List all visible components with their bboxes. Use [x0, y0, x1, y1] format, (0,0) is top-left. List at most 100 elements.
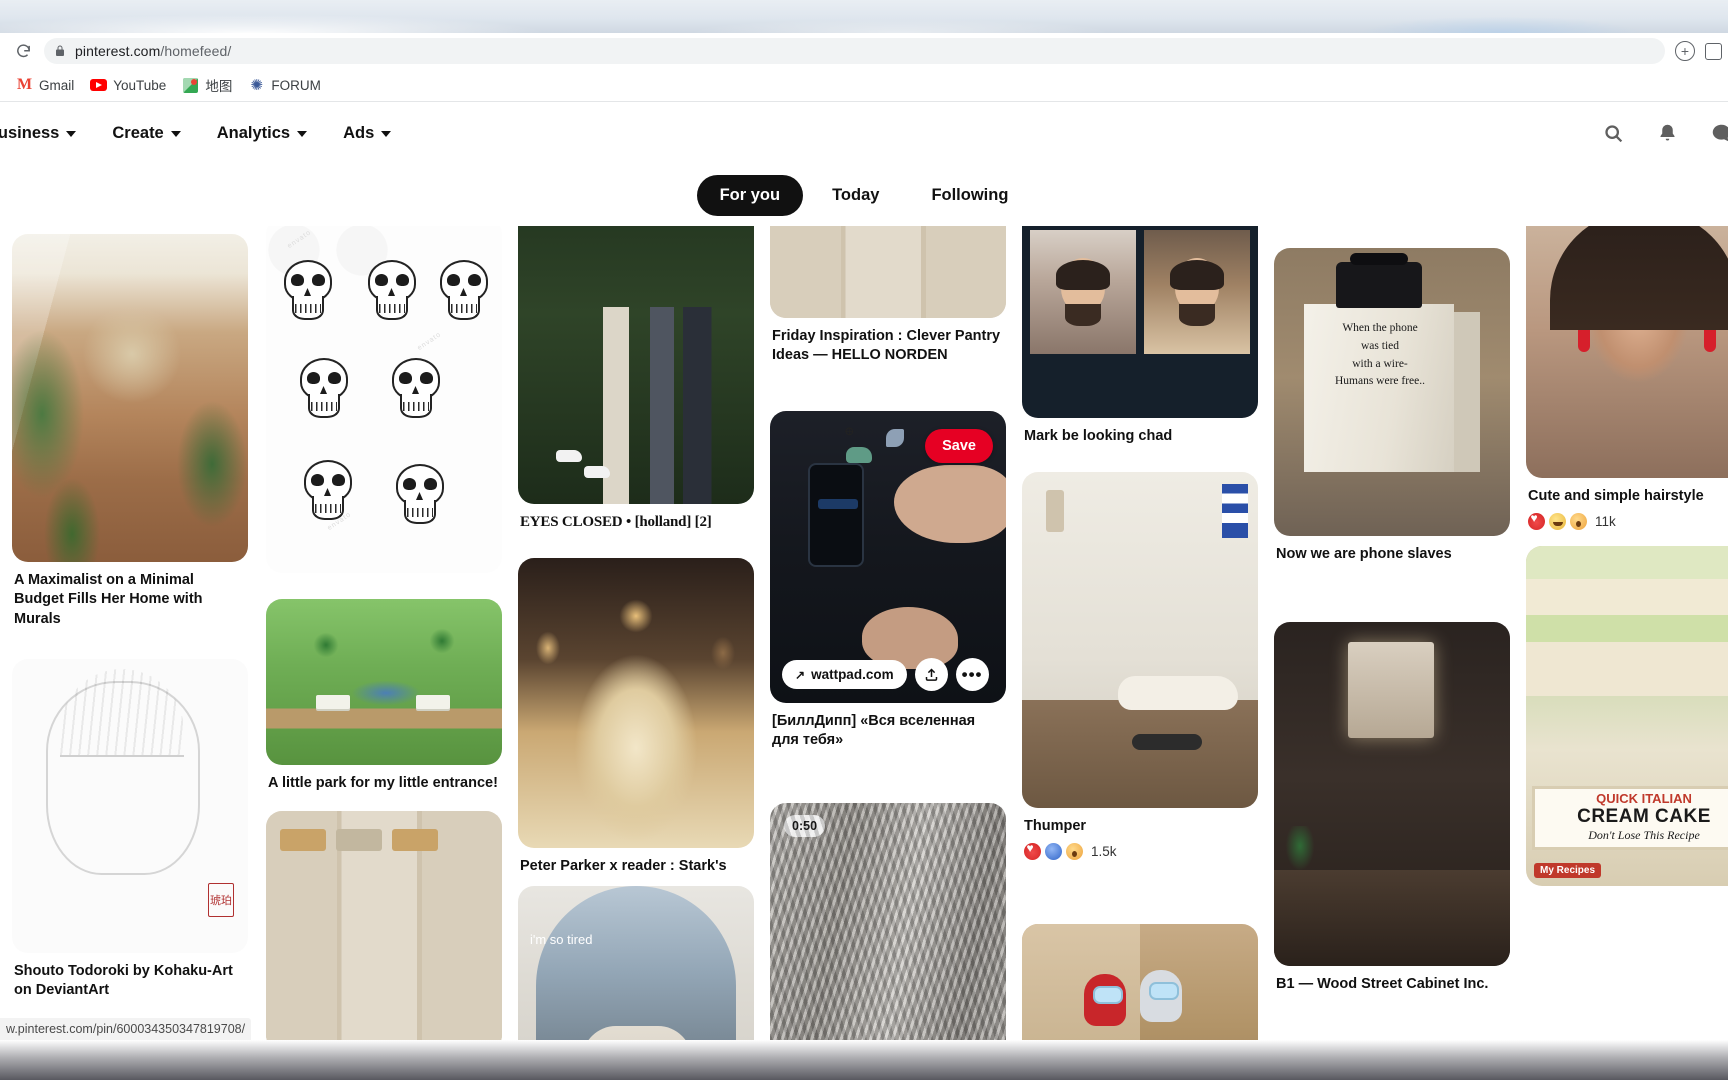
pin-image-sunroom[interactable] [12, 234, 248, 562]
extensions-icon[interactable] [1705, 42, 1722, 60]
chevron-down-icon [381, 131, 392, 137]
pin-image-park[interactable] [266, 599, 502, 765]
nav-actions [1598, 102, 1728, 164]
external-link-icon: ↗ [795, 667, 806, 682]
pinterest-app: Business Create Analytics Ads [0, 102, 1728, 1040]
browser-omnibar: pinterest.com/homefeed/ + [0, 33, 1728, 69]
bookmark-gmail[interactable]: M Gmail [8, 74, 82, 97]
source-link-pill[interactable]: ↗ wattpad.com [782, 660, 907, 689]
cake-line-3: Don't Lose This Recipe [1588, 828, 1700, 842]
sign-line: When the phone [1342, 322, 1418, 334]
notifications-bell-icon[interactable] [1652, 118, 1682, 148]
pin-card-thumper[interactable]: Thumper 1.5k [1022, 472, 1258, 861]
share-icon[interactable] [914, 658, 948, 691]
pin-image-wattpad[interactable]: Save ↗ wattpad.com ••• [770, 411, 1006, 703]
pin-image-braid[interactable]: 0:50 [770, 803, 1006, 1040]
pin-image-hairstyle[interactable] [1526, 226, 1728, 478]
pin-card-mark[interactable]: he's transforming Mark be looking chad [1022, 226, 1258, 446]
url-bar[interactable]: pinterest.com/homefeed/ [44, 38, 1665, 64]
pin-card-skulls[interactable]: envato envato envato [266, 226, 502, 573]
pin-card-braid[interactable]: 0:50 [770, 803, 1006, 1040]
tab-for-you[interactable]: For you [696, 174, 804, 216]
pin-card-park[interactable]: A little park for my little entrance! [266, 599, 502, 793]
pin-card-todoroki[interactable]: 琥珀 Shouto Todoroki by Kohaku-Art on Devi… [12, 659, 248, 1001]
nav-item-analytics[interactable]: Analytics [199, 116, 325, 151]
bookmark-label: 地图 [205, 79, 233, 94]
pin-image-thumper[interactable] [1022, 472, 1258, 808]
illustration-rotary-phone [1336, 253, 1422, 308]
url-path: /homefeed/ [160, 43, 232, 59]
pin-card-peter-parker[interactable]: Peter Parker x reader : Stark's [518, 558, 754, 876]
reaction-blue-face-icon [1045, 843, 1062, 861]
pin-card-phone-slaves[interactable]: When the phone was tied with a wire- Hum… [1274, 248, 1510, 564]
illustration-plant [1282, 826, 1318, 896]
pin-card-wattpad[interactable]: Save ↗ wattpad.com ••• [БиллДипп] «Вся в… [770, 411, 1006, 751]
more-options-icon[interactable]: ••• [955, 658, 989, 691]
bookmark-forum[interactable]: ✺ FORUM [240, 74, 329, 97]
google-maps-favicon [182, 77, 199, 94]
reaction-count: 11k [1595, 514, 1616, 530]
pin-image-eyes-closed[interactable] [518, 226, 754, 504]
illustration-phone [808, 463, 864, 567]
nav-item-business[interactable]: Business [0, 116, 94, 151]
reaction-count: 1.5k [1091, 844, 1117, 860]
save-button[interactable]: Save [925, 429, 993, 463]
tab-following[interactable]: Following [908, 175, 1031, 216]
pin-image-skulls[interactable]: envato envato envato [266, 226, 502, 573]
cake-text-banner: QUICK ITALIAN CREAM CAKE Don't Lose This… [1532, 786, 1728, 850]
tab-strip-blur [0, 0, 1728, 33]
chevron-down-icon [170, 131, 181, 137]
bookmark-maps[interactable]: 地图 [174, 72, 240, 98]
pin-reactions[interactable]: 11k [1526, 511, 1728, 531]
pin-image-todoroki[interactable]: 琥珀 [12, 659, 248, 953]
pin-title: Mark be looking chad [1024, 428, 1173, 444]
pin-image-pantry[interactable] [770, 226, 1006, 318]
add-to-desktop-icon[interactable]: + [1675, 41, 1695, 61]
pin-image-peter-parker[interactable] [518, 558, 754, 848]
pin-hover-actions: ↗ wattpad.com ••• [782, 658, 994, 691]
illustration-hand [894, 465, 1006, 543]
messages-icon[interactable] [1706, 118, 1728, 148]
feed-tabs: For you Today Following [0, 164, 1728, 226]
pin-image-cabinet-kitchen[interactable] [266, 811, 502, 1040]
pinterest-top-nav: Business Create Analytics Ads [0, 102, 1728, 164]
sign-text: When the phone was tied with a wire- Hum… [1310, 320, 1450, 391]
cake-line-1: QUICK ITALIAN [1596, 791, 1692, 806]
pin-image-cake[interactable]: QUICK ITALIAN CREAM CAKE Don't Lose This… [1526, 546, 1728, 886]
pin-card-cabinet-kitchen[interactable] [266, 811, 502, 1040]
pin-card-eyes-closed[interactable]: EYES CLOSED • [holland] [2] [518, 226, 754, 533]
pin-card-sunroom[interactable]: A Maximalist on a Minimal Budget Fills H… [12, 234, 248, 629]
pin-card-pantry[interactable]: Friday Inspiration : Clever Pantry Ideas… [770, 226, 1006, 366]
pin-card-tired-mirror[interactable]: i'm so tired [518, 886, 754, 1040]
pin-card-cabinet[interactable]: B1 — Wood Street Cabinet Inc. [1274, 622, 1510, 994]
pin-overlay-text: i'm so tired [530, 932, 593, 947]
nav-item-label: Create [112, 123, 164, 142]
reload-icon[interactable] [8, 36, 38, 66]
illustration-dino [846, 447, 872, 463]
pin-reactions[interactable]: 1.5k [1022, 841, 1258, 861]
pin-image-cabinet[interactable] [1274, 622, 1510, 966]
pin-image-amongus[interactable] [1022, 924, 1258, 1040]
sign-line: was tied [1360, 339, 1399, 352]
pin-image-tired-mirror[interactable]: i'm so tired [518, 886, 754, 1040]
bookmark-label: FORUM [271, 77, 321, 93]
browser-tab-strip[interactable] [0, 0, 1728, 33]
pin-title: Friday Inspiration : Clever Pantry Ideas… [772, 328, 1001, 364]
sign-line: Humans were free.. [1334, 375, 1426, 388]
nav-item-ads[interactable]: Ads [325, 116, 409, 151]
pin-card-hairstyle[interactable]: Cute and simple hairstyle 11k [1526, 226, 1728, 531]
pin-card-cake[interactable]: QUICK ITALIAN CREAM CAKE Don't Lose This… [1526, 546, 1728, 886]
nav-item-create[interactable]: Create [94, 116, 198, 151]
pin-title: Shouto Todoroki by Kohaku-Art on Deviant… [14, 963, 233, 999]
watermark: envato [416, 331, 443, 352]
illustration-toilet [1440, 876, 1494, 954]
pin-title: [БиллДипп] «Вся вселенная для тебя» [772, 713, 976, 749]
pin-card-amongus[interactable] [1022, 924, 1258, 1040]
tab-today[interactable]: Today [809, 175, 902, 216]
illustration-greek-flag [1222, 484, 1248, 538]
bookmark-youtube[interactable]: YouTube [82, 74, 174, 97]
search-icon[interactable] [1598, 118, 1628, 148]
pin-image-phone-slaves[interactable]: When the phone was tied with a wire- Hum… [1274, 248, 1510, 536]
pin-image-mark[interactable]: he's transforming [1022, 226, 1258, 418]
reaction-wow-face-icon [1570, 513, 1587, 531]
